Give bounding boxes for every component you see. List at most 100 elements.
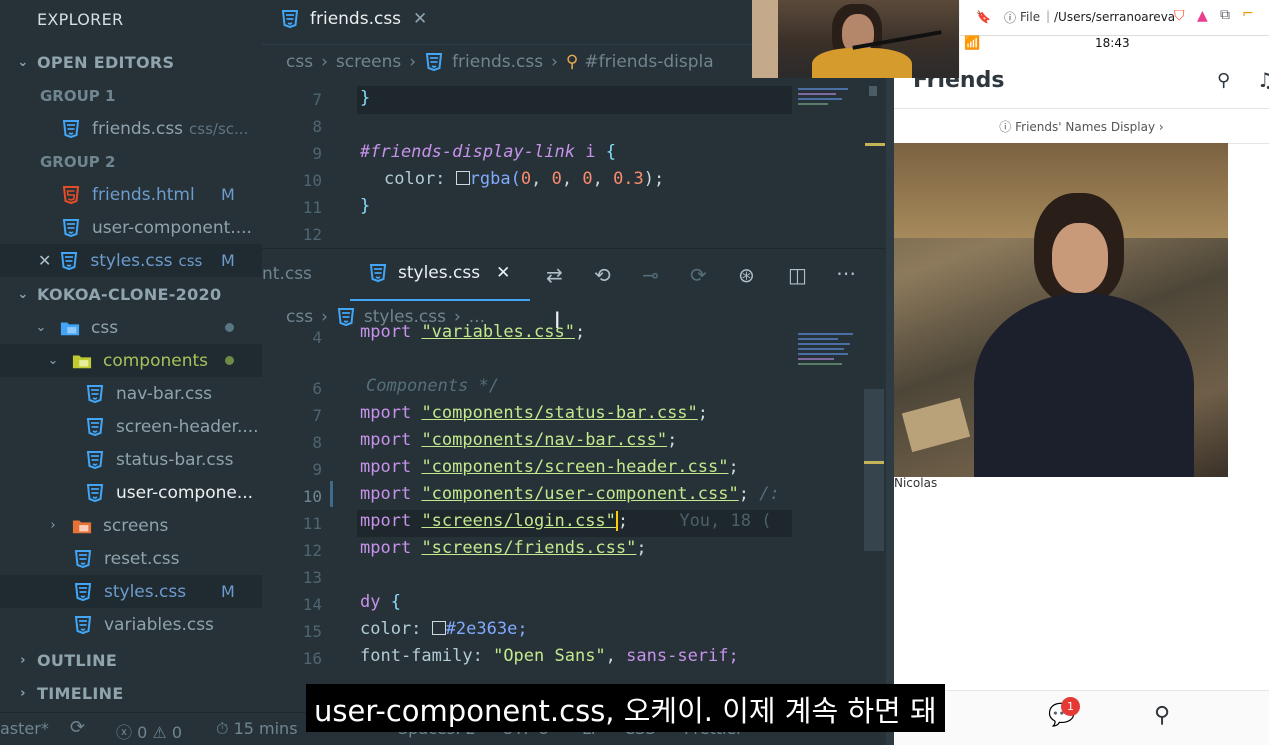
sync-icon[interactable]: ⟳ (70, 717, 85, 738)
git-graph-icon[interactable]: ⊛ (738, 263, 755, 287)
tab-label: friends.css (310, 9, 402, 29)
code-line[interactable]: mport "components/screen-header.css"; (360, 457, 739, 477)
search-icon[interactable]: ⚲ (1217, 70, 1230, 91)
code-line[interactable]: #friends-display-link i { (360, 142, 616, 162)
open-editor-styles-css[interactable]: ✕ styles.css css M (0, 244, 262, 277)
breadcrumb-item[interactable]: #friends-displa (584, 52, 713, 72)
tab-friends-css[interactable]: friends.css ✕ (280, 9, 427, 29)
tree-file-nav-bar[interactable]: nav-bar.css (0, 377, 262, 410)
close-icon[interactable]: ✕ (38, 251, 51, 270)
extensions-icon[interactable]: ⧉ (1220, 7, 1230, 23)
folder-label: components (103, 350, 209, 371)
webcam-shirt (812, 48, 912, 78)
tree-file-screen-header[interactable]: screen-header.... (0, 410, 262, 443)
color-swatch[interactable] (431, 621, 446, 635)
tree-file-user-component[interactable]: user-compone... (0, 476, 262, 509)
css-file-icon (85, 384, 105, 404)
previous-change-icon[interactable]: ⟲ (594, 263, 611, 287)
tree-file-status-bar[interactable]: status-bar.css (0, 443, 262, 476)
code-line[interactable]: color: #2e363e; (360, 619, 528, 639)
chevron-right-icon: › (1158, 120, 1164, 134)
open-editors-section[interactable]: ⌄ OPEN EDITORS (0, 46, 262, 79)
music-icon[interactable]: ♫ (1257, 68, 1269, 92)
timeline-section[interactable]: › TIMELINE (0, 677, 262, 710)
git-branch[interactable]: aster* (0, 719, 49, 738)
extension-icon[interactable]: ⌐ (1242, 6, 1254, 22)
code-token: sans-serif; (626, 646, 739, 666)
code-token: "screens/login.css" (421, 511, 616, 531)
rewards-icon[interactable]: ▲ (1197, 8, 1208, 24)
tree-folder-components[interactable]: ⌄ components (0, 344, 262, 377)
line-number: 11 (302, 198, 322, 217)
git-history[interactable]: ⏱ 15 mins (216, 719, 298, 739)
chevron-right-icon: › (20, 686, 26, 701)
project-section[interactable]: ⌄ KOKOA-CLONE-2020 (0, 278, 262, 311)
scrollbar-marker (865, 143, 885, 146)
search-icon[interactable]: ⚲ (1154, 703, 1170, 728)
minimap[interactable] (798, 333, 862, 383)
breadcrumb-item[interactable]: friends.css (452, 52, 543, 72)
chevron-right-icon: › (409, 52, 417, 72)
code-line[interactable]: mport "components/status-bar.css"; (360, 403, 708, 423)
code-line[interactable]: mport "components/user-component.css"; /… (360, 484, 780, 504)
breadcrumb-item[interactable]: screens (336, 52, 401, 72)
code-line[interactable]: Components */ (366, 376, 499, 396)
code-token: rgba( (469, 169, 521, 189)
line-number: 13 (302, 568, 322, 587)
outline-section[interactable]: › OUTLINE (0, 644, 262, 677)
scrollbar[interactable] (864, 389, 884, 551)
tree-file-variables[interactable]: variables.css (0, 608, 262, 641)
tree-file-styles[interactable]: styles.css M (0, 575, 262, 608)
close-icon[interactable]: ✕ (413, 9, 427, 29)
code-line[interactable]: dy { (360, 592, 401, 612)
address-bar[interactable]: 🔖 ⓘ File | /Users/serranoareval... ⛉ ▲ ⧉… (960, 0, 1269, 36)
address-url[interactable]: /Users/serranoareval... (1054, 10, 1174, 24)
tree-file-reset[interactable]: reset.css (0, 542, 262, 575)
info-icon[interactable]: ⓘ (1004, 9, 1016, 26)
breadcrumb-item[interactable]: css (286, 52, 313, 72)
next-change-icon[interactable]: ⟳ (690, 263, 707, 287)
file-label: styles.css (104, 581, 187, 602)
modified-badge: M (221, 251, 235, 270)
code-token: mport (360, 430, 412, 450)
compare-changes-icon[interactable]: ⇄ (546, 263, 563, 287)
scrollbar[interactable] (869, 86, 877, 96)
tab-previous[interactable]: nt.css (262, 264, 312, 284)
code-token: mport (360, 322, 412, 342)
tree-folder-screens[interactable]: › screens (0, 509, 262, 542)
code-line[interactable]: } (360, 88, 370, 108)
code-line[interactable]: font-family: "Open Sans", sans-serif; (360, 646, 739, 666)
code-line[interactable]: mport "variables.css"; (360, 322, 585, 342)
open-editor-friends-html[interactable]: friends.html M (0, 178, 262, 211)
problems-indicator[interactable]: ⓧ 0 ⚠ 0 (116, 719, 182, 743)
brave-shield-icon[interactable]: ⛉ (1174, 8, 1185, 24)
bookmark-icon[interactable]: 🔖 (976, 10, 991, 24)
breadcrumb-item[interactable]: css (286, 307, 313, 327)
line-number: 14 (302, 595, 322, 614)
code-line[interactable]: mport "components/nav-bar.css"; (360, 430, 677, 450)
commit-icon[interactable]: ⊸ (642, 263, 659, 287)
code-line[interactable]: mport "screens/friends.css"; (360, 538, 647, 558)
friends-display-link[interactable]: ⓘ Friends' Names Display › (894, 108, 1269, 144)
chevron-right-icon: › (321, 307, 328, 327)
history-icon: ⏱ (216, 719, 229, 738)
line-number: 8 (312, 117, 322, 136)
more-actions-icon[interactable]: ⋯ (836, 261, 856, 285)
minimap[interactable] (798, 88, 862, 118)
split-editor-icon[interactable]: ◫ (788, 263, 807, 287)
code-token: dy (360, 592, 381, 612)
webcam-wall (752, 0, 778, 78)
code-token: mport (360, 457, 412, 477)
code-line[interactable]: } (360, 196, 370, 216)
code-token: mport (360, 511, 412, 531)
color-swatch[interactable] (455, 171, 470, 185)
tab-styles-css[interactable]: styles.css ✕ (368, 263, 510, 283)
close-icon[interactable]: ✕ (496, 263, 510, 283)
open-editor-friends-css[interactable]: friends.css css/sc... (0, 112, 262, 145)
code-token: mport (360, 403, 412, 423)
git-gutter-marker (330, 481, 333, 507)
code-line[interactable]: mport "screens/login.css"; You, 18 ( (360, 511, 771, 531)
tree-folder-css[interactable]: ⌄ css (0, 311, 262, 344)
open-editor-user-component[interactable]: user-component.... (0, 211, 262, 244)
code-line[interactable]: color: rgba(0, 0, 0, 0.3); (384, 169, 664, 189)
